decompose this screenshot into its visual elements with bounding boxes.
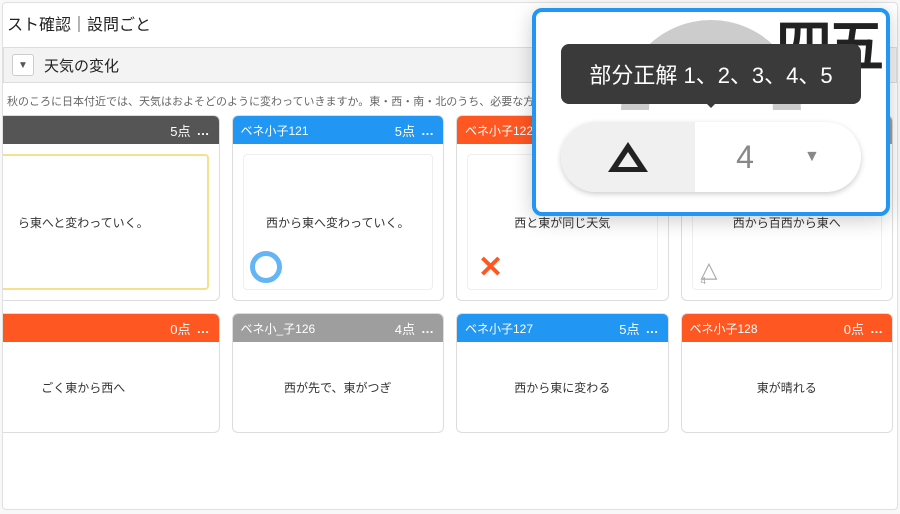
student-name: ベネ小子127 (465, 320, 533, 337)
answer-text: ら東へと変わっていく。 (2, 154, 209, 290)
answer-text: 西から東へ変わっていく。 (243, 154, 434, 290)
student-name: ベネ小子121 (241, 122, 309, 139)
chevron-down-icon[interactable]: ▼ (804, 148, 820, 166)
topic-label: 天気の変化 (44, 55, 119, 76)
card-header: 0点… (2, 314, 219, 342)
answer-card[interactable]: ベネ小子121 5点 … 西から東へ変わっていく。 (232, 115, 445, 301)
card-header: ベネ小子127 5点… (457, 314, 668, 342)
answer-text: ごく東から西へ (2, 352, 209, 422)
answer-card[interactable]: 5点 … ら東へと変わっていく。 (2, 115, 220, 301)
more-icon[interactable]: … (421, 321, 435, 336)
card-score: 5点 … (170, 121, 210, 140)
answer-card[interactable]: ベネ小子128 0点… 東が晴れる (681, 313, 894, 433)
student-name: ベネ小子128 (690, 320, 758, 337)
answer-text: 西が先で、東がつぎ (243, 352, 434, 422)
partial-correct-button[interactable] (561, 122, 695, 192)
more-icon[interactable]: … (197, 123, 211, 138)
answer-card[interactable]: ベネ小_子126 4点… 西が先で、東がつぎ (232, 313, 445, 433)
answer-card[interactable]: ベネ小子127 5点… 西から東に変わる (456, 313, 669, 433)
card-header: ベネ小子121 5点 … (233, 116, 444, 144)
topic-dropdown-button[interactable]: ▼ (12, 54, 34, 76)
score-value: 4 (736, 139, 754, 176)
score-selector[interactable]: 4 ▼ (695, 122, 861, 192)
answer-text: 東が晴れる (692, 352, 883, 422)
student-name: ベネ小子122 (465, 122, 533, 139)
more-icon[interactable]: … (197, 321, 211, 336)
correct-mark-icon (250, 251, 282, 283)
card-score: 5点 … (395, 121, 435, 140)
triangle-icon (608, 142, 648, 172)
partial-mark-number: 4 (701, 276, 707, 287)
student-name: ベネ小_子126 (241, 320, 316, 337)
incorrect-mark-icon: ✕ (478, 253, 503, 283)
card-header: 5点 … (2, 116, 219, 144)
scoring-pill: 4 ▼ (561, 122, 861, 192)
scoring-popup: 四五 部分正解 1、2、3、4、5 4 ▼ (532, 8, 890, 216)
answer-card[interactable]: 0点… ごく東から西へ (2, 313, 220, 433)
more-icon[interactable]: … (870, 321, 884, 336)
cards-row-2: 0点… ごく東から西へ ベネ小_子126 4点… 西が先で、東がつぎ ベネ小子1… (3, 313, 897, 445)
answer-text: 西から東に変わる (467, 352, 658, 422)
more-icon[interactable]: … (421, 123, 435, 138)
card-header: ベネ小_子126 4点… (233, 314, 444, 342)
partial-correct-tooltip: 部分正解 1、2、3、4、5 (561, 44, 861, 104)
overlay-pointer-icon (739, 212, 767, 216)
card-header: ベネ小子128 0点… (682, 314, 893, 342)
more-icon[interactable]: … (646, 321, 660, 336)
